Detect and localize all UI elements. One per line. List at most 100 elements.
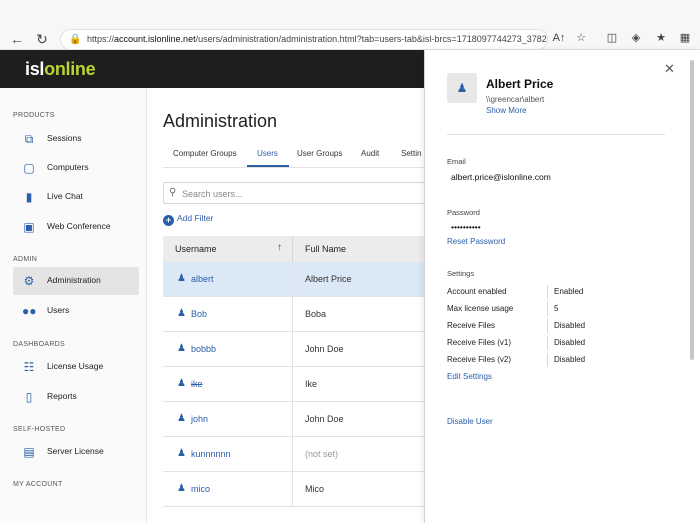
tab-user-groups[interactable]: User Groups	[297, 149, 342, 158]
user-icon: ♟	[177, 308, 186, 319]
setting-value: Disabled	[554, 338, 586, 347]
sidebar-item-live-chat[interactable]: ▮ Live Chat	[13, 183, 139, 211]
user-icon: ♟	[177, 378, 186, 389]
table-row[interactable]: ♟ ike Ike	[163, 367, 425, 402]
table-row[interactable]: ♟ bobbb John Doe	[163, 332, 425, 367]
column-divider	[292, 402, 293, 437]
user-domain-name: \\greencar\albert	[486, 95, 545, 104]
collections-icon[interactable]: ▦	[677, 30, 693, 46]
user-full-name: Albert Price	[486, 77, 554, 91]
sidebar-item-label: Users	[47, 305, 70, 315]
users-table: Username ↑ Full Name ♟ albert Albert Pri…	[163, 236, 425, 507]
sidebar-item-label: Web Conference	[47, 221, 111, 231]
reset-password-link[interactable]: Reset Password	[447, 237, 505, 246]
read-aloud-icon[interactable]: A↑	[551, 30, 567, 46]
sidebar-item-license-usage[interactable]: ☷ License Usage	[13, 353, 139, 381]
logo-isl: isl	[25, 59, 45, 79]
sidebar-item-computers[interactable]: ▢ Computers	[13, 154, 139, 182]
tab-audit[interactable]: Audit	[361, 149, 379, 158]
username-cell[interactable]: Bob	[191, 309, 207, 319]
username-cell[interactable]: albert	[191, 274, 214, 284]
favorite-star-icon[interactable]: ☆	[573, 30, 589, 46]
sidebar: PRODUCTS ⧉ Sessions ▢ Computers ▮ Live C…	[0, 88, 147, 523]
table-row[interactable]: ♟ albert Albert Price	[163, 262, 425, 297]
setting-key: Account enabled	[447, 287, 507, 296]
divider	[447, 134, 665, 135]
column-header-username[interactable]: Username	[175, 244, 217, 254]
username-cell[interactable]: mico	[191, 484, 210, 494]
sidebar-item-users[interactable]: ●● Users	[13, 297, 139, 325]
sidebar-item-label: Computers	[47, 162, 89, 172]
sidebar-item-label: Server License	[47, 446, 104, 456]
computers-icon: ▢	[23, 161, 35, 175]
setting-row: Receive Files (v1) Disabled	[447, 336, 647, 350]
sidebar-item-server-license[interactable]: ▤ Server License	[13, 438, 139, 466]
username-cell[interactable]: bobbb	[191, 344, 216, 354]
sidebar-item-reports[interactable]: ▯ Reports	[13, 383, 139, 411]
live-chat-icon: ▮	[25, 190, 33, 204]
address-bar[interactable]: 🔒 https://account.islonline.net/users/ad…	[60, 29, 548, 50]
username-cell[interactable]: john	[191, 414, 208, 424]
sidebar-section-self-hosted: SELF-HOSTED	[13, 426, 66, 433]
setting-row: Receive Files (v2) Disabled	[447, 353, 647, 367]
setting-row: Account enabled Enabled	[447, 285, 647, 299]
sidebar-section-admin: ADMIN	[13, 256, 38, 263]
sidebar-section-my-account: MY ACCOUNT	[13, 481, 63, 488]
tab-computer-groups[interactable]: Computer Groups	[173, 149, 237, 158]
settings-label: Settings	[447, 269, 475, 278]
islonline-logo[interactable]: islonline	[25, 59, 96, 80]
column-divider	[292, 236, 293, 262]
setting-value: Enabled	[554, 287, 584, 296]
search-users-input[interactable]	[182, 186, 420, 201]
setting-divider	[547, 353, 548, 367]
url-domain: account.islonline.net	[114, 34, 196, 44]
tab-settings[interactable]: Settin	[401, 149, 421, 158]
lock-icon: 🔒	[69, 34, 82, 45]
user-icon: ♟	[456, 81, 468, 95]
full-name-cell: Mico	[305, 484, 325, 494]
close-icon[interactable]: ✕	[664, 61, 675, 77]
favorites-icon[interactable]: ★	[653, 30, 669, 46]
setting-divider	[547, 302, 548, 316]
reload-icon[interactable]: ↻	[33, 30, 51, 48]
sidebar-section-products: PRODUCTS	[13, 112, 55, 119]
table-row[interactable]: ♟ mico Mico	[163, 472, 425, 507]
table-row[interactable]: ♟ kunnnnnn (not set)	[163, 437, 425, 472]
browser-toolbar: ← ↻ 🔒 https://account.islonline.net/user…	[0, 0, 700, 50]
disable-user-link[interactable]: Disable User	[447, 417, 493, 426]
show-more-link[interactable]: Show More	[486, 106, 526, 115]
username-cell-disabled[interactable]: ike	[191, 379, 203, 389]
setting-key: Receive Files	[447, 321, 496, 330]
email-value: albert.price@islonline.com	[451, 172, 551, 182]
sidebar-item-label: Administration	[47, 275, 101, 285]
user-icon: ♟	[177, 413, 186, 424]
split-screen-icon[interactable]: ◫	[604, 30, 620, 46]
column-divider	[292, 437, 293, 472]
table-header: Username ↑ Full Name	[163, 236, 425, 262]
full-name-cell: Albert Price	[305, 274, 352, 284]
panel-scrollbar[interactable]	[690, 60, 694, 360]
email-label: Email	[447, 157, 466, 166]
setting-value: Disabled	[554, 355, 586, 364]
sidebar-item-label: Sessions	[47, 133, 82, 143]
setting-value: Disabled	[554, 321, 586, 330]
edit-settings-link[interactable]: Edit Settings	[447, 372, 492, 381]
sessions-icon: ⧉	[24, 132, 34, 146]
users-icon: ●●	[22, 304, 37, 318]
user-icon: ♟	[177, 273, 186, 284]
sidebar-item-web-conference[interactable]: ▣ Web Conference	[13, 213, 139, 241]
username-cell[interactable]: kunnnnnn	[191, 449, 231, 459]
table-row[interactable]: ♟ john John Doe	[163, 402, 425, 437]
sidebar-item-administration[interactable]: ⚙ Administration	[13, 267, 139, 295]
column-header-full-name[interactable]: Full Name	[305, 244, 346, 254]
back-arrow-icon[interactable]: ←	[8, 30, 26, 48]
table-row[interactable]: ♟ Bob Boba	[163, 297, 425, 332]
tab-users[interactable]: Users	[257, 149, 278, 158]
sort-ascending-icon[interactable]: ↑	[277, 242, 282, 253]
setting-row: Max license usage 5	[447, 302, 647, 316]
sidebar-item-sessions[interactable]: ⧉ Sessions	[13, 125, 139, 153]
column-divider	[292, 297, 293, 332]
sidebar-item-label: Reports	[47, 391, 77, 401]
extension-icon[interactable]: ◈	[628, 30, 644, 46]
add-filter-button[interactable]: + Add Filter	[163, 213, 213, 226]
